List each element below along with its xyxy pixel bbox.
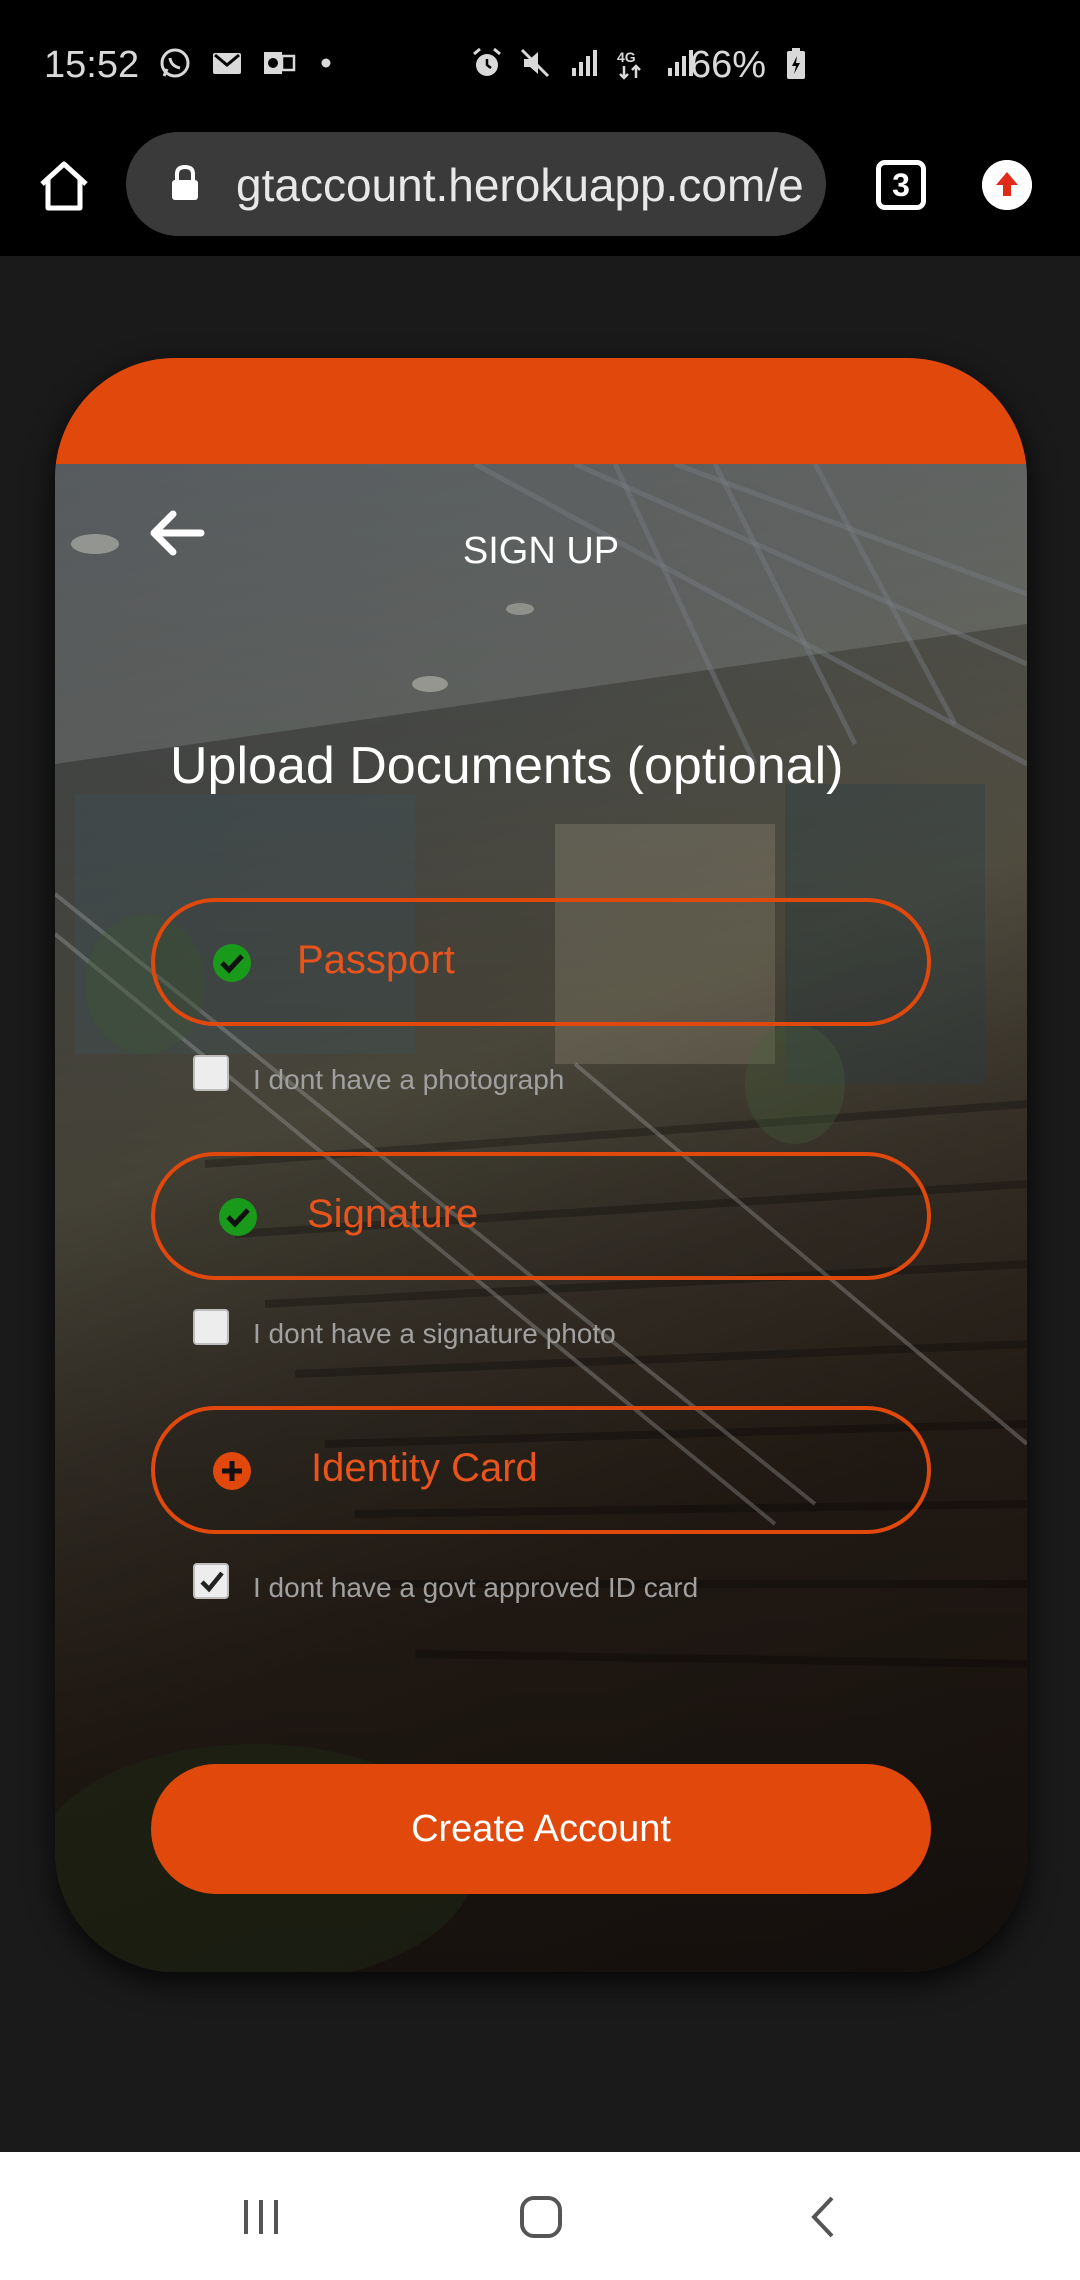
alarm-icon xyxy=(473,47,501,76)
upload-heading: Upload Documents (optional) xyxy=(170,737,844,795)
home-nav-icon[interactable] xyxy=(516,2192,566,2242)
no-photograph-label: I dont have a photograph xyxy=(253,1064,565,1095)
identity-card-upload-button[interactable]: Identity Card xyxy=(151,1406,931,1534)
signal-icon xyxy=(572,50,597,76)
create-account-button[interactable]: Create Account xyxy=(151,1764,931,1894)
4g-icon: 4G xyxy=(617,49,641,80)
recent-apps-icon[interactable] xyxy=(236,2192,286,2242)
notification-icons xyxy=(158,46,348,80)
url-text: gtaccount.herokuapp.com/e xyxy=(236,159,804,211)
status-time: 15:52 xyxy=(44,44,140,86)
outlook-icon xyxy=(264,52,296,74)
no-photograph-checkbox[interactable] xyxy=(193,1055,229,1091)
plus-circle-icon xyxy=(213,1452,251,1490)
no-photograph-option: I dont have a photograph xyxy=(193,1050,564,1096)
address-bar[interactable]: gtaccount.herokuapp.com/e xyxy=(126,132,826,236)
no-signature-label: I dont have a signature photo xyxy=(253,1318,616,1349)
page-title: SIGN UP xyxy=(462,530,620,572)
system-navigation-bar xyxy=(0,2152,1080,2280)
status-bar: 15:52 4G 66% xyxy=(0,0,1080,130)
browser-toolbar: gtaccount.herokuapp.com/e 3 xyxy=(0,130,1080,256)
tab-switcher-button[interactable]: 3 xyxy=(876,160,926,210)
signature-upload-button[interactable]: Signature xyxy=(151,1152,931,1280)
back-nav-icon[interactable] xyxy=(800,2192,850,2242)
svg-text:4G: 4G xyxy=(617,49,636,65)
no-id-card-label: I dont have a govt approved ID card xyxy=(253,1572,699,1603)
lock-icon xyxy=(172,164,198,200)
battery-percent: 66% xyxy=(690,44,767,86)
signature-label: Signature xyxy=(307,1192,479,1236)
check-circle-icon xyxy=(219,1198,257,1236)
update-icon[interactable] xyxy=(982,160,1032,210)
mute-icon xyxy=(520,48,550,78)
signup-card: SIGN UP Upload Documents (optional) Pass… xyxy=(55,358,1027,1972)
identity-card-label: Identity Card xyxy=(311,1446,538,1490)
battery-icon xyxy=(786,48,805,79)
no-id-card-checkbox[interactable] xyxy=(193,1563,229,1599)
whatsapp-icon xyxy=(160,48,190,78)
home-icon[interactable] xyxy=(36,158,92,214)
passport-label: Passport xyxy=(297,938,455,982)
no-signature-checkbox[interactable] xyxy=(193,1309,229,1345)
passport-upload-button[interactable]: Passport xyxy=(151,898,931,1026)
dot-icon xyxy=(321,58,331,68)
checkmark-icon xyxy=(200,1571,224,1593)
gmail-icon xyxy=(213,53,241,74)
no-id-card-option: I dont have a govt approved ID card xyxy=(193,1558,698,1604)
battery-indicator: 66% xyxy=(690,44,807,87)
system-icons: 4G xyxy=(470,46,696,80)
no-signature-option: I dont have a signature photo xyxy=(193,1304,616,1350)
check-circle-icon xyxy=(213,944,251,982)
card-header-band xyxy=(55,358,1027,464)
